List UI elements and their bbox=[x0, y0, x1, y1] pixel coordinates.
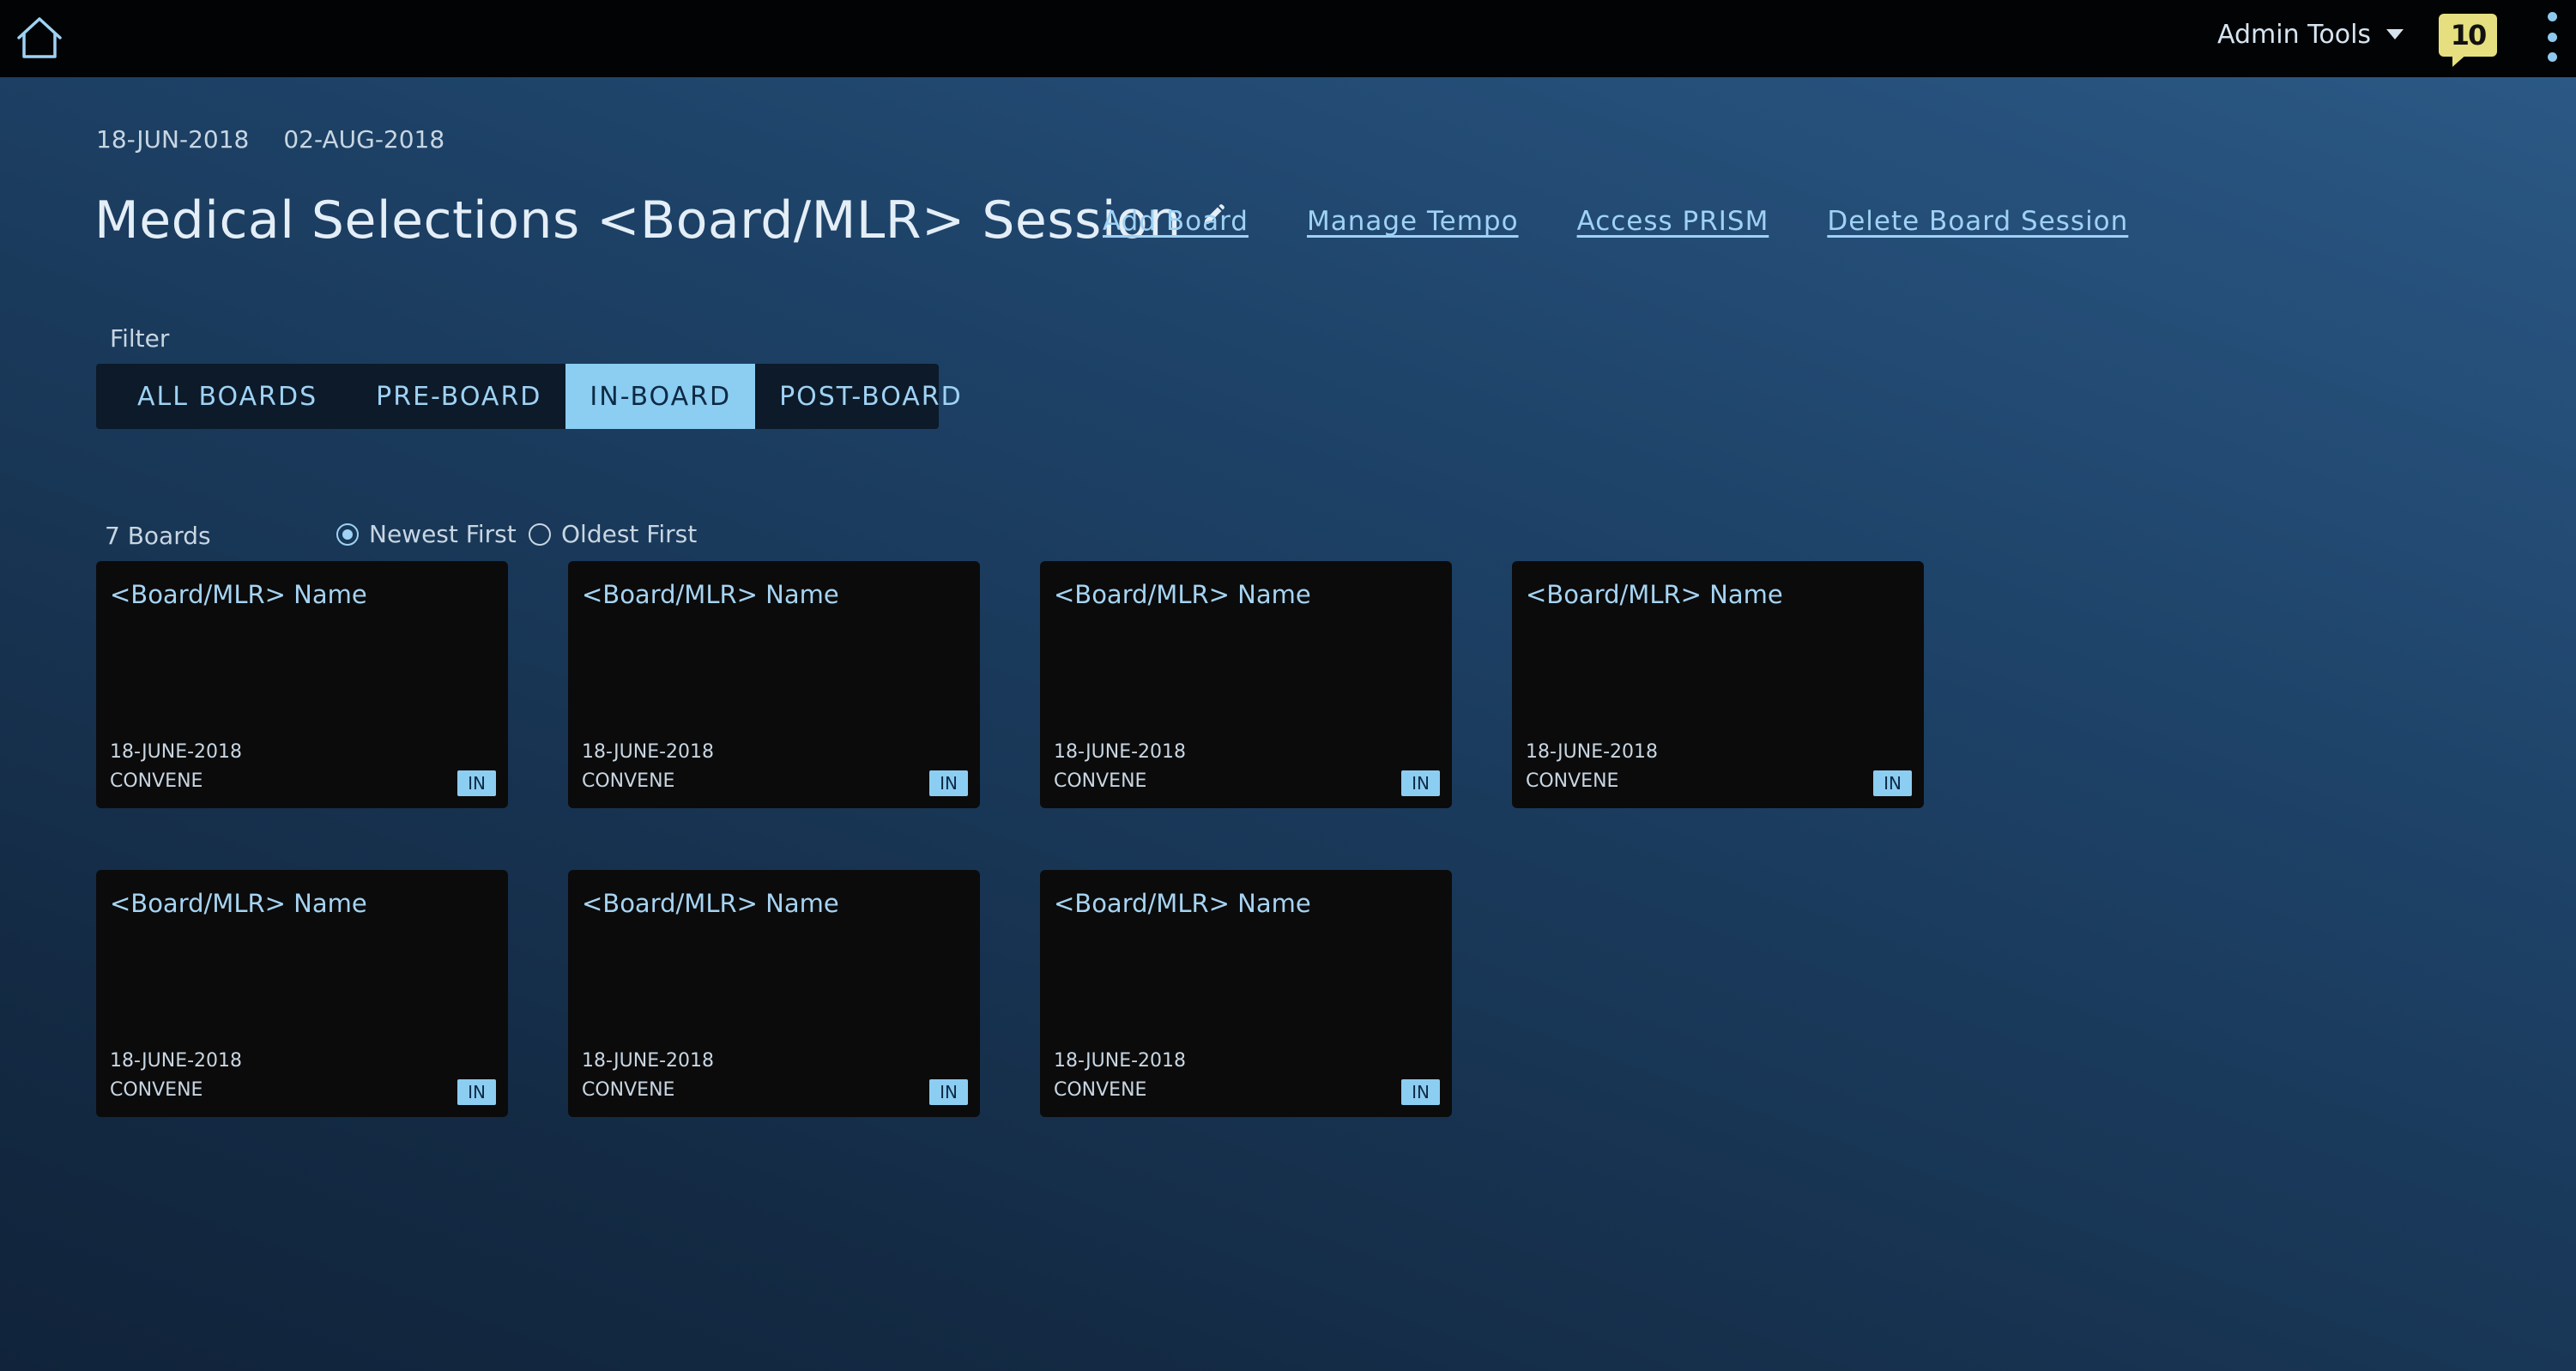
session-dates: 18-JUN-2018 02-AUG-2018 bbox=[96, 125, 444, 154]
board-card[interactable]: <Board/MLR> Name 18-JUNE-2018 CONVENE IN bbox=[1040, 870, 1452, 1117]
kebab-dot bbox=[2547, 12, 2557, 21]
sort-newest-first[interactable]: Newest First bbox=[336, 520, 517, 548]
board-status-badge: IN bbox=[1401, 770, 1440, 796]
board-type: CONVENE bbox=[1526, 770, 1619, 792]
board-card[interactable]: <Board/MLR> Name 18-JUNE-2018 CONVENE IN bbox=[568, 561, 980, 808]
session-start-date: 18-JUN-2018 bbox=[96, 125, 250, 154]
filter-in-board[interactable]: IN-BOARD bbox=[565, 364, 756, 429]
page-title: Medical Selections <Board/MLR> Session bbox=[94, 190, 1182, 251]
kebab-icon[interactable] bbox=[2540, 10, 2564, 63]
board-name: <Board/MLR> Name bbox=[1526, 580, 1783, 609]
board-name: <Board/MLR> Name bbox=[1054, 580, 1311, 609]
board-card[interactable]: <Board/MLR> Name 18-JUNE-2018 CONVENE IN bbox=[96, 561, 508, 808]
notification-badge[interactable]: 10 bbox=[2439, 14, 2497, 57]
board-status-badge: IN bbox=[457, 1079, 496, 1105]
manage-tempo-link[interactable]: Manage Tempo bbox=[1307, 206, 1519, 237]
board-name: <Board/MLR> Name bbox=[110, 889, 367, 918]
board-date: 18-JUNE-2018 bbox=[1526, 741, 1659, 763]
sort-newest-label: Newest First bbox=[369, 520, 517, 548]
board-card[interactable]: <Board/MLR> Name 18-JUNE-2018 CONVENE IN bbox=[1512, 561, 1924, 808]
board-card[interactable]: <Board/MLR> Name 18-JUNE-2018 CONVENE IN bbox=[568, 870, 980, 1117]
board-card[interactable]: <Board/MLR> Name 18-JUNE-2018 CONVENE IN bbox=[1040, 561, 1452, 808]
filter-post-board[interactable]: POST-BOARD bbox=[755, 364, 987, 429]
board-date: 18-JUNE-2018 bbox=[582, 1050, 715, 1072]
board-date: 18-JUNE-2018 bbox=[110, 741, 243, 763]
notification-tail bbox=[2452, 53, 2468, 67]
top-bar: Admin Tools 10 bbox=[0, 0, 2576, 77]
kebab-dot bbox=[2547, 32, 2557, 42]
board-status-badge: IN bbox=[929, 770, 968, 796]
sort-oldest-label: Oldest First bbox=[561, 520, 698, 548]
kebab-dot bbox=[2547, 52, 2557, 62]
filter-pre-board[interactable]: PRE-BOARD bbox=[352, 364, 565, 429]
board-status-badge: IN bbox=[1873, 770, 1912, 796]
home-icon[interactable] bbox=[14, 12, 65, 63]
board-name: <Board/MLR> Name bbox=[110, 580, 367, 609]
board-card[interactable]: <Board/MLR> Name 18-JUNE-2018 CONVENE IN bbox=[96, 870, 508, 1117]
board-type: CONVENE bbox=[582, 1079, 675, 1101]
delete-board-session-link[interactable]: Delete Board Session bbox=[1827, 206, 2128, 237]
sort-oldest-first[interactable]: Oldest First bbox=[529, 520, 697, 548]
board-date: 18-JUNE-2018 bbox=[110, 1050, 243, 1072]
access-prism-link[interactable]: Access PRISM bbox=[1577, 206, 1769, 237]
board-type: CONVENE bbox=[1054, 770, 1147, 792]
board-status-badge: IN bbox=[1401, 1079, 1440, 1105]
radio-unselected-icon[interactable] bbox=[529, 522, 551, 546]
notification-count: 10 bbox=[2450, 19, 2488, 51]
board-type: CONVENE bbox=[110, 770, 203, 792]
board-name: <Board/MLR> Name bbox=[582, 580, 839, 609]
board-type: CONVENE bbox=[1054, 1079, 1147, 1101]
filter-segmented-control: ALL BOARDS PRE-BOARD IN-BOARD POST-BOARD bbox=[96, 364, 961, 429]
session-actions: Add Board Manage Tempo Access PRISM Dele… bbox=[1103, 206, 2128, 237]
boards-count: 7 Boards bbox=[105, 522, 211, 550]
filter-all-boards[interactable]: ALL BOARDS bbox=[96, 364, 352, 429]
board-date: 18-JUNE-2018 bbox=[1054, 1050, 1187, 1072]
board-status-badge: IN bbox=[929, 1079, 968, 1105]
admin-tools-label: Admin Tools bbox=[2217, 19, 2372, 50]
board-date: 18-JUNE-2018 bbox=[1054, 741, 1187, 763]
board-name: <Board/MLR> Name bbox=[582, 889, 839, 918]
board-type: CONVENE bbox=[110, 1079, 203, 1101]
radio-selected-icon[interactable] bbox=[336, 522, 359, 546]
title-row: Medical Selections <Board/MLR> Session bbox=[94, 190, 1226, 251]
admin-tools-dropdown[interactable]: Admin Tools bbox=[2217, 15, 2404, 53]
board-date: 18-JUNE-2018 bbox=[582, 741, 715, 763]
filter-label: Filter bbox=[110, 324, 170, 353]
board-type: CONVENE bbox=[582, 770, 675, 792]
add-board-link[interactable]: Add Board bbox=[1103, 206, 1249, 237]
chevron-down-icon bbox=[2386, 29, 2404, 39]
board-status-badge: IN bbox=[457, 770, 496, 796]
board-name: <Board/MLR> Name bbox=[1054, 889, 1311, 918]
session-end-date: 02-AUG-2018 bbox=[283, 125, 445, 154]
